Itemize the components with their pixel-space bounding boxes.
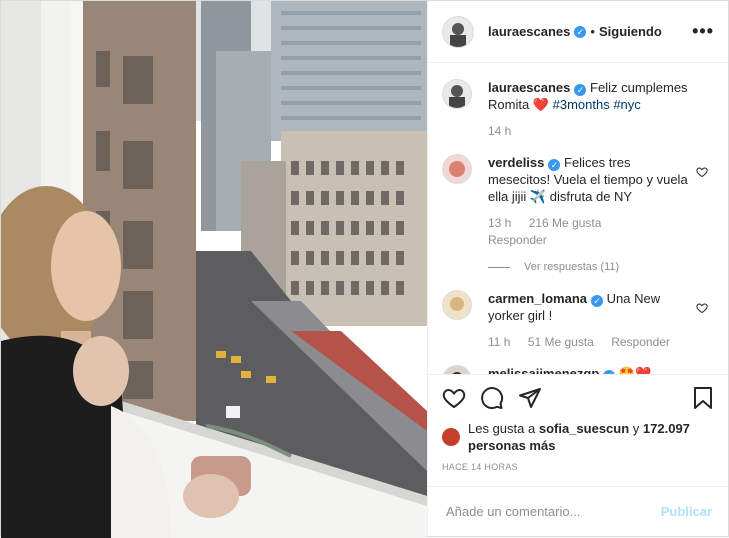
avatar[interactable] <box>442 365 472 374</box>
reply-button[interactable]: Responder <box>488 233 547 247</box>
instagram-post: lauraescanes ✓ • Siguiendo ••• lauraesca… <box>0 0 729 538</box>
airplane-emoji: ✈️ <box>529 189 547 204</box>
comment-input[interactable] <box>444 503 661 520</box>
verified-icon: ✓ <box>548 159 561 171</box>
post-actions <box>428 374 728 420</box>
caption-hashtags[interactable]: #3months #nyc <box>553 97 641 112</box>
view-replies[interactable]: Ver respuestas (11) <box>488 259 688 276</box>
like-comment-heart-icon[interactable] <box>696 302 708 314</box>
comment-time[interactable]: 13 h <box>488 216 511 230</box>
comment-body: carmen_lomana ✓ Una New yorker girl ! 11 … <box>488 290 688 351</box>
more-options-icon[interactable]: ••• <box>692 21 714 42</box>
dot-separator: • <box>590 24 595 39</box>
comment-item: carmen_lomana ✓ Una New yorker girl ! 11 … <box>442 290 714 351</box>
comment-item: melissajimenezgp ✓ 🤩❤️ <box>442 365 714 374</box>
publish-button[interactable]: Publicar <box>661 504 712 519</box>
comment-text-2: disfruta de NY <box>549 189 633 204</box>
post-header: lauraescanes ✓ • Siguiendo ••• <box>428 1 728 63</box>
likes-prefix: Les gusta a <box>468 421 536 436</box>
comment-body: melissajimenezgp ✓ 🤩❤️ <box>488 365 688 374</box>
caption-username[interactable]: lauraescanes <box>488 80 570 95</box>
comment-likes[interactable]: 51 Me gusta <box>528 335 594 349</box>
caption-body: lauraescanes ✓ Feliz cumplemes Romita ❤️ … <box>488 79 688 140</box>
like-comment-heart-icon[interactable] <box>696 166 708 178</box>
view-replies-label[interactable]: Ver respuestas (11) <box>524 259 619 276</box>
like-heart-icon[interactable] <box>442 386 466 410</box>
caption-time[interactable]: 14 h <box>488 124 511 138</box>
likes-summary: Les gusta a sofia_suescun y 172.097 pers… <box>428 420 728 454</box>
comment-meta: 13 h 216 Me gusta Responder <box>488 215 688 249</box>
comment-body: verdeliss ✓ Felices tres mesecitos! Vuela… <box>488 154 688 276</box>
verified-icon: ✓ <box>591 295 603 307</box>
add-comment-bar: Publicar <box>428 486 728 536</box>
verified-icon: ✓ <box>603 370 616 374</box>
comment-meta: 11 h 51 Me gusta Responder <box>488 334 688 351</box>
caption-meta: 14 h <box>488 123 688 140</box>
comment-username[interactable]: carmen_lomana <box>488 291 587 306</box>
avatar[interactable] <box>442 79 472 109</box>
likes-user[interactable]: sofia_suescun <box>539 421 629 436</box>
verified-icon: ✓ <box>574 25 587 38</box>
likes-text: Les gusta a sofia_suescun y 172.097 pers… <box>468 420 714 454</box>
following-button[interactable]: Siguiendo <box>599 24 662 39</box>
post-side-panel: lauraescanes ✓ • Siguiendo ••• lauraesca… <box>427 1 728 536</box>
comment-item: verdeliss ✓ Felices tres mesecitos! Vuela… <box>442 154 714 276</box>
reply-button[interactable]: Responder <box>611 335 670 349</box>
replies-line <box>488 267 510 268</box>
avatar[interactable] <box>442 428 460 446</box>
comment-bubble-icon[interactable] <box>480 386 504 410</box>
avatar[interactable] <box>442 290 472 320</box>
nyc-window-photo <box>1 1 427 538</box>
verified-icon: ✓ <box>574 84 587 96</box>
comment-text: 🤩❤️ <box>618 366 652 374</box>
avatar[interactable] <box>442 154 472 184</box>
comment-time[interactable]: 11 h <box>488 335 510 349</box>
heart-emoji: ❤️ <box>532 97 549 112</box>
bookmark-icon[interactable] <box>692 386 714 410</box>
likes-suffix: y <box>632 421 640 436</box>
author-username[interactable]: lauraescanes <box>488 24 570 39</box>
comment-username[interactable]: melissajimenezgp <box>488 366 599 374</box>
posted-ago[interactable]: HACE 14 HORAS <box>428 454 728 486</box>
caption: lauraescanes ✓ Feliz cumplemes Romita ❤️ … <box>442 79 714 140</box>
comment-username[interactable]: verdeliss <box>488 155 544 170</box>
comment-likes[interactable]: 216 Me gusta <box>529 216 602 230</box>
share-paper-plane-icon[interactable] <box>518 386 542 410</box>
comments-list: lauraescanes ✓ Feliz cumplemes Romita ❤️ … <box>428 63 728 374</box>
post-photo[interactable] <box>1 1 427 538</box>
avatar[interactable] <box>442 15 474 48</box>
